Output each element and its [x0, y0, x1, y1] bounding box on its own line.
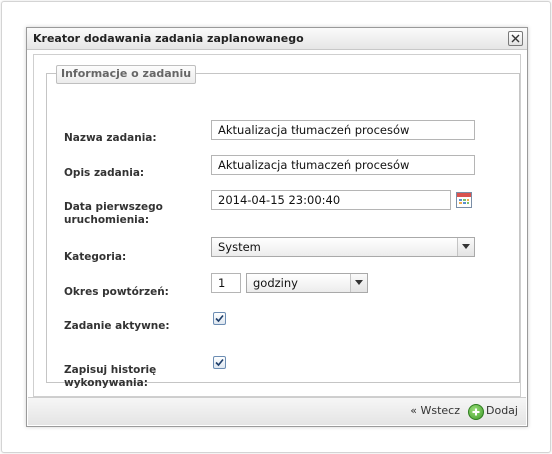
- save-history-checkbox[interactable]: [213, 356, 226, 369]
- first-run-date-input[interactable]: 2014-04-15 23:00:40: [211, 190, 451, 210]
- close-icon: [511, 34, 520, 43]
- repeat-unit-selected-value: godziny: [253, 276, 298, 290]
- task-description-label: Opis zadania:: [64, 167, 145, 179]
- back-link[interactable]: « Wstecz: [410, 404, 460, 417]
- chevron-down-icon: [355, 280, 363, 285]
- chevron-down-icon: [462, 244, 470, 249]
- dialog-titlebar: Kreator dodawania zadania zaplanowanego: [27, 28, 527, 50]
- dialog-title: Kreator dodawania zadania zaplanowanego: [33, 32, 304, 45]
- task-name-label: Nazwa zadania:: [64, 132, 157, 144]
- category-dropdown-arrow: [457, 238, 474, 256]
- scheduled-task-wizard-dialog: Kreator dodawania zadania zaplanowanego …: [26, 27, 528, 427]
- dialog-footer: « Wstecz Dodaj: [28, 397, 526, 425]
- add-button-label: Dodaj: [486, 404, 518, 417]
- dialog-content: Informacje o zadaniu Nazwa zadania: Aktu…: [33, 54, 521, 397]
- plus-icon: [468, 404, 484, 420]
- task-name-input[interactable]: Aktualizacja tłumaczeń procesów: [211, 120, 475, 140]
- add-button[interactable]: Dodaj: [468, 402, 518, 420]
- task-active-label: Zadanie aktywne:: [64, 320, 170, 332]
- checkmark-icon: [215, 358, 224, 367]
- fieldset-legend: Informacje o zadaniu: [56, 65, 197, 84]
- repeat-unit-dropdown-arrow: [350, 274, 367, 292]
- category-select[interactable]: System: [211, 237, 475, 257]
- repeat-count-input[interactable]: 1: [211, 273, 241, 293]
- save-history-label: Zapisuj historię wykonywania:: [64, 364, 157, 389]
- repeat-period-label: Okres powtórzeń:: [64, 286, 169, 298]
- close-button[interactable]: [508, 31, 523, 46]
- category-label: Kategoria:: [64, 251, 127, 263]
- checkmark-icon: [215, 314, 224, 323]
- task-description-input[interactable]: Aktualizacja tłumaczeń procesów: [211, 155, 475, 175]
- repeat-unit-select[interactable]: godziny: [246, 273, 368, 293]
- category-selected-value: System: [218, 240, 261, 254]
- calendar-icon[interactable]: [456, 192, 472, 208]
- task-active-checkbox[interactable]: [213, 312, 226, 325]
- first-run-date-label: Data pierwszego uruchomienia:: [64, 201, 163, 226]
